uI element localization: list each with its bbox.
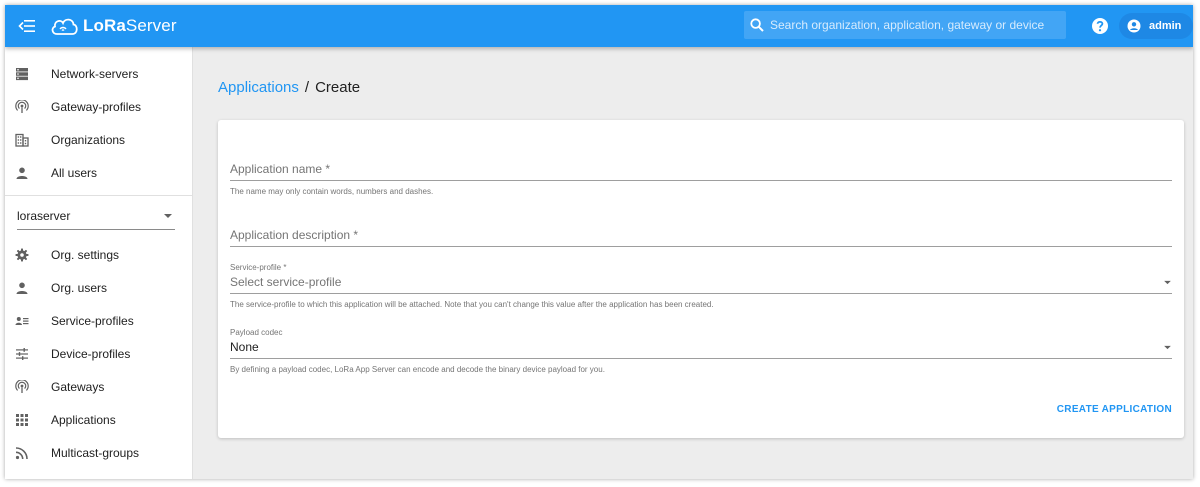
- search-input[interactable]: [770, 18, 1060, 32]
- input-underline: [230, 358, 1172, 359]
- application-description-input[interactable]: Application description *: [230, 228, 1172, 246]
- person-icon: [13, 164, 31, 182]
- app-window: LoRaServer admin: [5, 5, 1193, 479]
- sidebar-item-org-users[interactable]: Org. users: [5, 271, 192, 304]
- domain-icon: [13, 131, 31, 149]
- help-icon[interactable]: [1090, 16, 1110, 36]
- gateway-icon: [13, 98, 31, 116]
- user-name: admin: [1149, 20, 1182, 32]
- account-details-icon: [13, 312, 31, 330]
- sidebar-item-all-users[interactable]: All users: [5, 156, 192, 189]
- global-search[interactable]: [744, 11, 1066, 39]
- application-name-field[interactable]: Application name * The name may only con…: [230, 162, 1172, 196]
- payload-codec-value: None: [230, 340, 259, 354]
- service-profile-helper: The service-profile to which this applic…: [230, 300, 714, 309]
- server-icon: [13, 65, 31, 83]
- sidebar-item-label: Org. settings: [51, 247, 120, 262]
- application-name-input[interactable]: Application name *: [230, 162, 1172, 180]
- sidebar-item-label: Gateways: [51, 379, 105, 394]
- sidebar-item-service-profiles[interactable]: Service-profiles: [5, 304, 192, 337]
- person-icon: [13, 279, 31, 297]
- application-name-helper: The name may only contain words, numbers…: [230, 187, 434, 196]
- page-title: Create: [315, 79, 361, 96]
- payload-codec-select[interactable]: None: [230, 337, 1172, 358]
- sidebar-item-org-settings[interactable]: Org. settings: [5, 238, 192, 271]
- sidebar-item-multicast-groups[interactable]: Multicast-groups: [5, 436, 192, 469]
- sidebar-item-label: Org. users: [51, 280, 108, 295]
- sidebar-item-device-profiles[interactable]: Device-profiles: [5, 337, 192, 370]
- organization-select[interactable]: loraserver: [17, 202, 175, 230]
- payload-codec-label: Payload codec: [230, 328, 283, 337]
- gear-icon: [13, 246, 31, 264]
- menu-collapse-icon: [18, 20, 35, 32]
- caret-down-icon: [1164, 280, 1171, 284]
- input-underline: [230, 246, 1172, 247]
- create-application-form: Application name * The name may only con…: [218, 120, 1184, 438]
- sidebar: Network-servers Gateway-profiles Organiz…: [5, 47, 193, 479]
- sidebar-item-label: Applications: [51, 412, 116, 427]
- service-profile-field[interactable]: Service-profile * Select service-profile…: [230, 263, 1172, 309]
- top-app-bar: LoRaServer admin: [5, 5, 1193, 47]
- application-description-field[interactable]: Application description *: [230, 228, 1172, 247]
- sidebar-item-label: Multicast-groups: [51, 445, 140, 460]
- create-application-button[interactable]: CREATE APPLICATION: [1057, 400, 1172, 419]
- breadcrumb: Applications / Create: [218, 79, 360, 96]
- user-menu-button[interactable]: admin: [1119, 13, 1193, 39]
- organization-select-value: loraserver: [17, 208, 71, 223]
- payload-codec-helper: By defining a payload codec, LoRa App Se…: [230, 365, 605, 374]
- sidebar-item-applications[interactable]: Applications: [5, 403, 192, 436]
- input-underline: [230, 180, 1172, 181]
- apps-grid-icon: [13, 411, 31, 429]
- breadcrumb-applications-link[interactable]: Applications: [218, 79, 299, 96]
- sidebar-item-label: Service-profiles: [51, 313, 134, 328]
- sidebar-item-label: Gateway-profiles: [51, 99, 142, 114]
- breadcrumb-separator: /: [304, 79, 310, 96]
- sidebar-item-label: Network-servers: [51, 66, 139, 81]
- service-profile-placeholder: Select service-profile: [230, 275, 342, 289]
- search-icon: [750, 18, 764, 32]
- sidebar-item-gateway-profiles[interactable]: Gateway-profiles: [5, 90, 192, 123]
- service-profile-label: Service-profile *: [230, 263, 287, 272]
- collapse-menu-button[interactable]: [7, 5, 47, 47]
- sidebar-item-label: Organizations: [51, 132, 126, 147]
- brand-logo[interactable]: LoRaServer: [49, 14, 177, 38]
- caret-down-icon: [1164, 345, 1171, 349]
- caret-down-icon: [164, 213, 172, 218]
- sidebar-item-label: All users: [51, 165, 98, 180]
- lora-cloud-logo-icon: [51, 18, 78, 35]
- rss-icon: [13, 444, 31, 462]
- tune-icon: [13, 345, 31, 363]
- sidebar-item-gateways[interactable]: Gateways: [5, 370, 192, 403]
- gateway-icon: [13, 378, 31, 396]
- account-circle-icon: [1127, 19, 1141, 33]
- input-underline: [230, 293, 1172, 294]
- sidebar-item-organizations[interactable]: Organizations: [5, 123, 192, 156]
- sidebar-divider: [5, 195, 192, 196]
- service-profile-select[interactable]: Select service-profile: [230, 272, 1172, 293]
- payload-codec-field[interactable]: Payload codec None By defining a payload…: [230, 328, 1172, 374]
- sidebar-item-network-servers[interactable]: Network-servers: [5, 57, 192, 90]
- brand-name: LoRaServer: [83, 16, 177, 35]
- sidebar-item-label: Device-profiles: [51, 346, 131, 361]
